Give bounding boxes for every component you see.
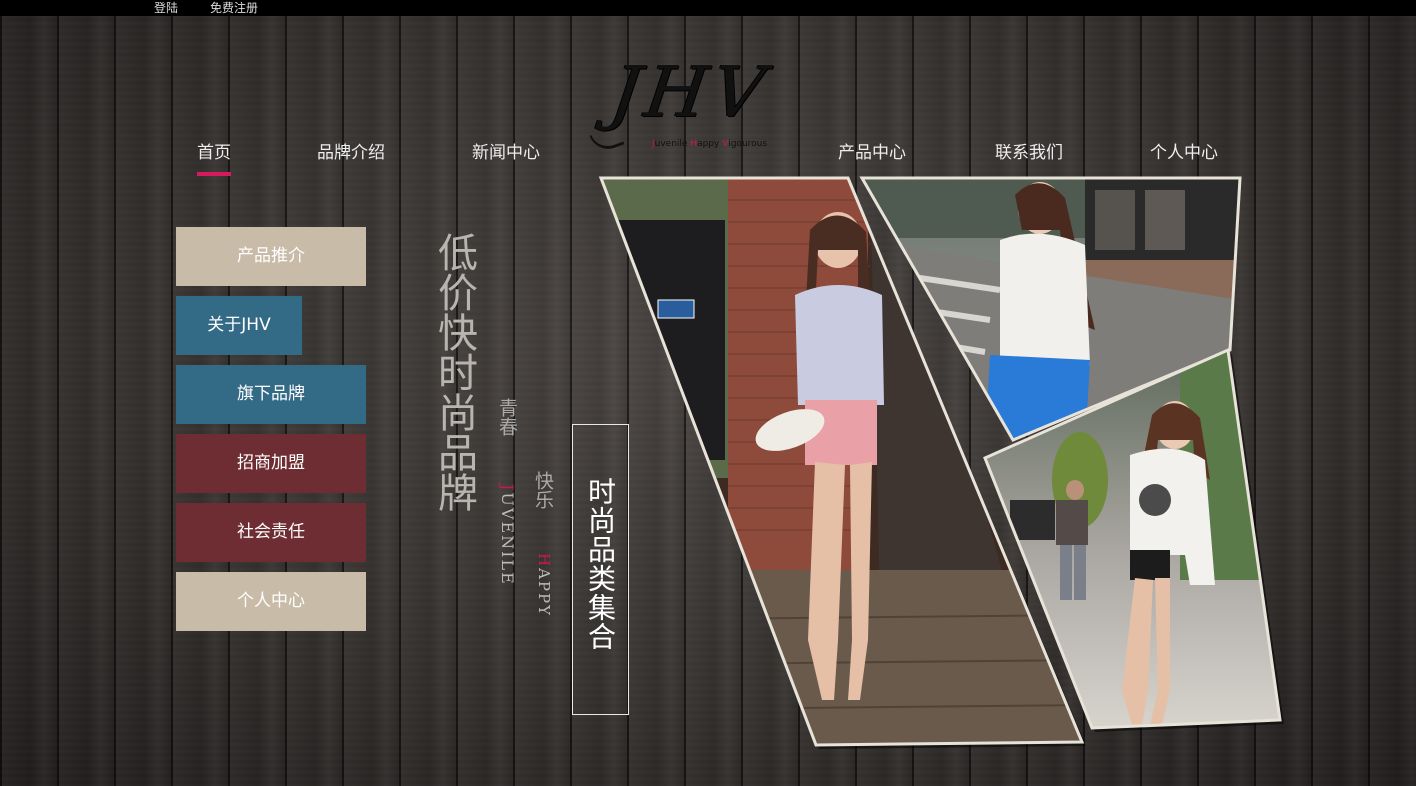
side-menu-personal[interactable]: 个人中心 bbox=[176, 572, 366, 631]
slogan-happy-cn: 快乐 bbox=[532, 471, 554, 509]
nav-home[interactable]: 首页 bbox=[197, 142, 231, 176]
logo-mark: JHV bbox=[606, 51, 776, 133]
nav-product-center[interactable]: 产品中心 bbox=[838, 142, 906, 164]
slogan-youth: 青春 bbox=[496, 398, 518, 436]
nav-news-center[interactable]: 新闻中心 bbox=[472, 142, 540, 164]
nav-personal-center[interactable]: 个人中心 bbox=[1150, 142, 1218, 164]
collage-photo-bottom-right bbox=[985, 350, 1280, 728]
nav-brand-intro[interactable]: 品牌介绍 bbox=[317, 142, 385, 164]
nav-contact-us[interactable]: 联系我们 bbox=[995, 142, 1063, 164]
side-menu-franchise[interactable]: 招商加盟 bbox=[176, 434, 366, 493]
side-menu-about[interactable]: 关于JHV bbox=[176, 296, 302, 355]
slogan-main: 低价快时尚品牌 bbox=[431, 232, 477, 512]
side-menu-products[interactable]: 产品推介 bbox=[176, 227, 366, 286]
collage-photo-left bbox=[601, 178, 1082, 745]
slogan-happy: HAPPY bbox=[535, 553, 553, 618]
slogan-box-text: 时尚品类集合 bbox=[584, 477, 617, 651]
brand-logo[interactable]: JHV Juvenile Happy Vigourous bbox=[589, 51, 790, 155]
collage-photo-top-right bbox=[862, 178, 1240, 440]
logo-swash bbox=[589, 125, 625, 155]
top-bar: 登陆 免费注册 bbox=[0, 0, 1416, 16]
logo-tagline: Juvenile Happy Vigourous bbox=[652, 139, 768, 149]
register-link[interactable]: 免费注册 bbox=[210, 0, 258, 16]
slogan-box: 时尚品类集合 bbox=[572, 424, 629, 715]
side-menu-social-responsibility[interactable]: 社会责任 bbox=[176, 503, 366, 562]
login-link[interactable]: 登陆 bbox=[154, 0, 178, 16]
slogan-juvenile: JUVENILE bbox=[498, 484, 517, 586]
side-menu-brands[interactable]: 旗下品牌 bbox=[176, 365, 366, 424]
